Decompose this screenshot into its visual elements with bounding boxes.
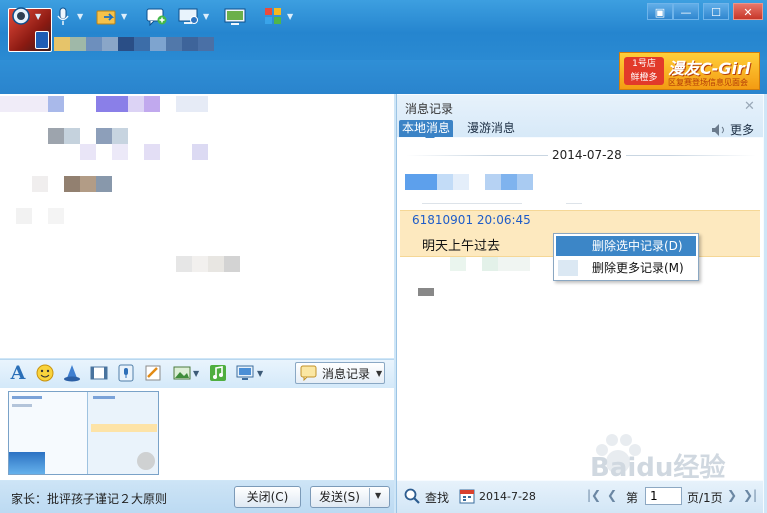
pixelated-line	[566, 203, 582, 204]
emoji-icon[interactable]	[35, 363, 55, 383]
window-close-button[interactable]: ✕	[733, 3, 763, 20]
tab-roaming-messages[interactable]: 漫游消息	[467, 120, 515, 137]
chevron-down-icon: ▼	[376, 368, 383, 378]
voice-tool[interactable]: ▼	[52, 4, 83, 28]
search-icon[interactable]	[404, 488, 420, 507]
search-label[interactable]: 查找	[425, 489, 449, 506]
send-button-divider	[369, 488, 370, 506]
chat-message-area[interactable]	[0, 94, 394, 358]
close-button[interactable]: 关闭(C)	[234, 486, 301, 508]
add-chat-icon	[145, 6, 167, 26]
pixelated-block	[418, 288, 434, 296]
message-record-label: 消息记录	[322, 366, 371, 381]
window-minimize-button[interactable]: —	[673, 3, 699, 20]
music-icon[interactable]	[208, 363, 228, 383]
advert-subtext: 区复赛登场信息见面会	[668, 78, 748, 87]
doodle-icon[interactable]	[143, 363, 163, 383]
news-link[interactable]: 家长：批评孩子谨记２大原则	[11, 490, 167, 507]
send-options-chevron-icon[interactable]: ▼	[375, 491, 381, 500]
context-menu: 删除选中记录(D) 删除更多记录(M)	[553, 233, 699, 281]
apps-tool[interactable]: ▼	[262, 4, 293, 28]
create-group-tool[interactable]	[145, 4, 167, 28]
webcam-tool[interactable]: ▼	[10, 4, 41, 28]
menu-item-delete-selected[interactable]: 删除选中记录(D)	[556, 236, 696, 256]
baidu-watermark-text: Baidu经验	[590, 453, 726, 483]
voice-message-icon[interactable]	[116, 363, 136, 383]
page-total-label: 页/1页	[687, 491, 723, 505]
remote-desktop-icon	[224, 6, 246, 26]
history-panel-title: 消息记录	[405, 102, 454, 116]
more-label: 更多	[730, 123, 755, 137]
screenshot-icon[interactable]	[236, 363, 256, 383]
advert-brand-text: 漫友C-Girl	[668, 59, 751, 78]
magic-expression-icon[interactable]	[62, 363, 82, 383]
message-record-button[interactable]: 消息记录 ▼	[295, 362, 385, 384]
pixelated-block	[437, 174, 453, 190]
pixelated-block	[450, 257, 466, 271]
page-number-input[interactable]	[645, 487, 682, 505]
pixelated-line	[422, 203, 522, 204]
menu-item-icon-slot	[558, 260, 578, 276]
apps-icon	[262, 6, 284, 26]
date-filter-label[interactable]: 2014-7-28	[479, 490, 536, 503]
menu-item-delete-more[interactable]: 删除更多记录(M)	[556, 258, 696, 278]
pixelated-block	[517, 174, 533, 190]
file-transfer-tool[interactable]: ▼	[96, 4, 127, 28]
close-icon[interactable]: ✕	[744, 99, 755, 114]
date-separator-label: 2014-07-28	[548, 148, 626, 162]
screenshot-thumbnail[interactable]	[8, 391, 159, 475]
speaker-icon	[712, 123, 724, 136]
tab-local-messages[interactable]: 本地消息	[399, 120, 454, 137]
screen-share-tool[interactable]: ▼	[178, 4, 209, 28]
video-clip-icon[interactable]	[89, 363, 109, 383]
message-record-icon	[300, 365, 317, 381]
window-skin-button[interactable]: ▣	[647, 3, 673, 20]
message-sender-time: 61810901 20:06:45	[412, 213, 531, 227]
remote-desktop-tool[interactable]	[224, 4, 246, 28]
picture-dropdown-caret[interactable]: ▼	[193, 369, 199, 378]
pixelated-block	[453, 174, 469, 190]
menu-item-icon-slot	[558, 238, 578, 254]
more-button[interactable]: 更多	[711, 121, 754, 138]
first-page-icon[interactable]: |❮	[587, 488, 601, 502]
last-page-icon[interactable]: ❯|	[743, 488, 757, 502]
pixelated-block	[485, 174, 501, 190]
webcam-icon	[10, 6, 32, 26]
zoom-in-icon[interactable]	[137, 452, 155, 470]
pixelated-sender-name	[405, 174, 437, 190]
advert-shop-logo: 1号店 鲜橙多	[624, 57, 664, 85]
contact-nickname-pixelated	[54, 37, 214, 51]
screen-share-icon	[178, 6, 200, 26]
mobile-status-icon	[35, 31, 49, 49]
window-maximize-button[interactable]: ☐	[703, 3, 729, 20]
advert-banner[interactable]: 1号店 鲜橙多 漫友C-Girl 区复赛登场信息见面会	[619, 52, 760, 90]
pixelated-block	[498, 257, 530, 271]
pixelated-block	[501, 174, 517, 190]
page-prefix-label: 第	[626, 491, 639, 505]
previous-page-icon[interactable]: ❮	[607, 488, 617, 502]
picture-icon[interactable]	[172, 363, 192, 383]
next-page-icon[interactable]: ❯	[727, 488, 737, 502]
font-icon[interactable]: A	[8, 362, 28, 384]
message-text: 明天上午过去	[422, 239, 501, 254]
screenshot-dropdown-caret[interactable]: ▼	[257, 369, 263, 378]
pixelated-block	[482, 257, 498, 271]
file-transfer-icon	[96, 6, 118, 26]
microphone-icon	[52, 6, 74, 26]
calendar-icon[interactable]	[459, 488, 475, 507]
